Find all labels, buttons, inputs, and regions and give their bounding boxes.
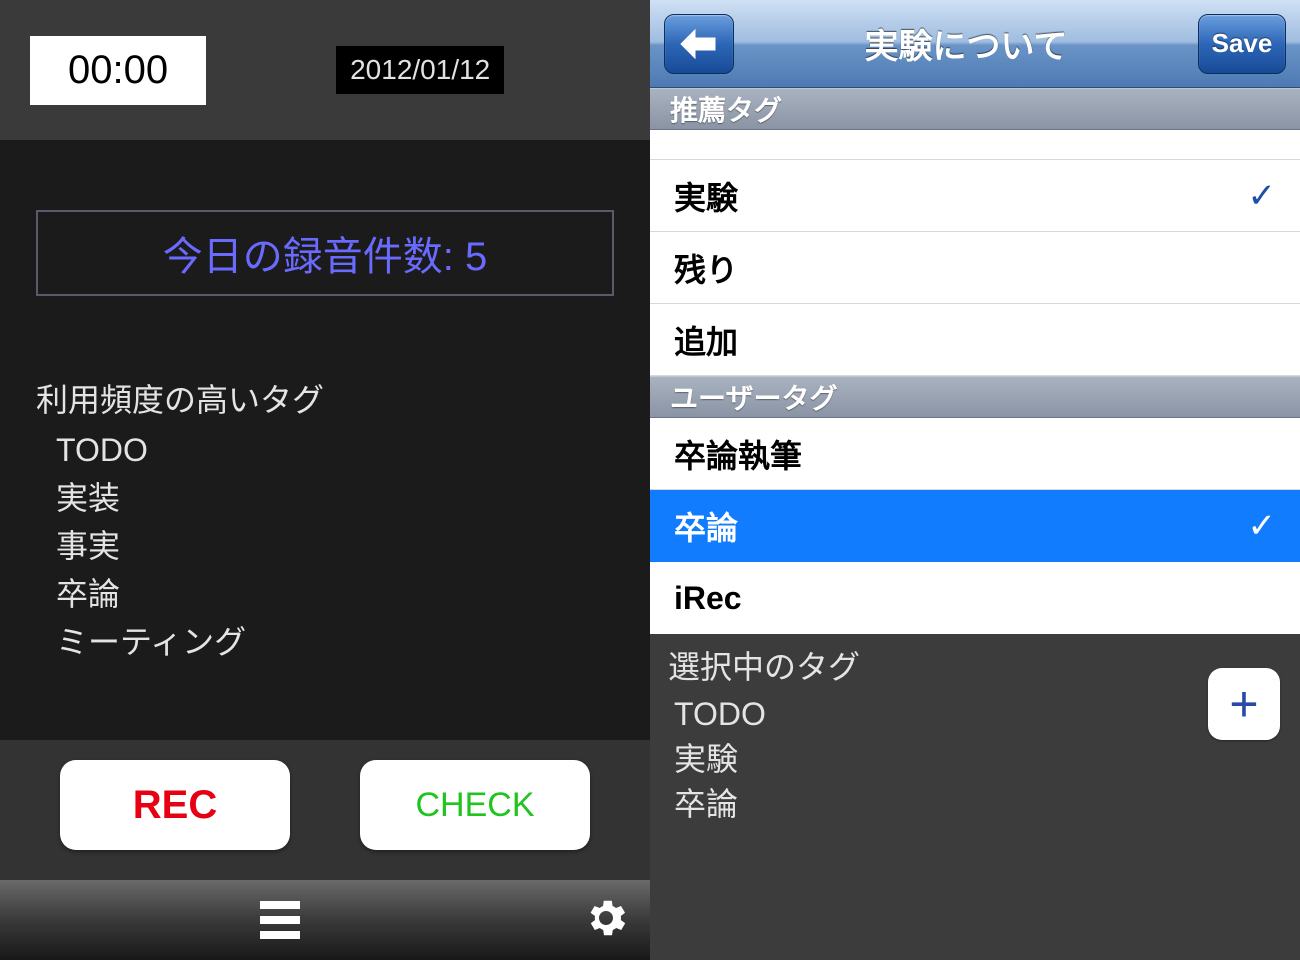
section-header-recommended: 推薦タグ xyxy=(650,88,1300,130)
selected-tags-panel: 選択中のタグ TODO 実験 卒論 + xyxy=(650,634,1300,960)
frequent-tag-item[interactable]: 卒論 xyxy=(36,570,614,618)
tag-row[interactable]: 追加 xyxy=(650,304,1300,376)
frequent-tag-item[interactable]: TODO xyxy=(36,426,614,474)
tag-label: iRec xyxy=(674,580,742,617)
tag-selection-screen: 実験について Save 推薦タグ 実験 ✓ 残り 追加 ユーザータグ 卒論執筆 … xyxy=(650,0,1300,960)
bottom-toolbar xyxy=(0,880,650,960)
menu-icon[interactable] xyxy=(260,901,300,939)
checkmark-icon: ✓ xyxy=(1248,176,1277,216)
timer-display: 00:00 xyxy=(30,36,206,105)
save-button[interactable]: Save xyxy=(1198,14,1286,74)
tag-label: 卒論執筆 xyxy=(674,431,802,477)
rec-button[interactable]: REC xyxy=(60,760,290,850)
frequent-tags-section: 利用頻度の高いタグ TODO 実装 事実 卒論 ミーティング xyxy=(36,376,614,666)
add-tag-button[interactable]: + xyxy=(1208,668,1280,740)
frequent-tags-title: 利用頻度の高いタグ xyxy=(36,376,614,424)
frequent-tag-item[interactable]: 実装 xyxy=(36,474,614,522)
button-row: REC CHECK xyxy=(0,740,650,880)
checkmark-icon: ✓ xyxy=(1248,506,1277,546)
check-button[interactable]: CHECK xyxy=(360,760,590,850)
tag-row[interactable]: 実験 ✓ xyxy=(650,160,1300,232)
tag-label: 残り xyxy=(674,245,738,291)
back-button[interactable] xyxy=(664,14,734,74)
nav-title: 実験について xyxy=(865,19,1068,68)
tag-row[interactable]: iRec xyxy=(650,562,1300,634)
section-header-user: ユーザータグ xyxy=(650,376,1300,418)
tag-row-selected[interactable]: 卒論 ✓ xyxy=(650,490,1300,562)
recorder-screen: 00:00 2012/01/12 今日の録音件数: 5 利用頻度の高いタグ TO… xyxy=(0,0,650,960)
frequent-tag-item[interactable]: ミーティング xyxy=(36,618,614,666)
tag-label: 卒論 xyxy=(674,503,738,549)
date-display: 2012/01/12 xyxy=(336,46,504,94)
recorder-header: 00:00 2012/01/12 xyxy=(0,0,650,140)
nav-bar: 実験について Save xyxy=(650,0,1300,88)
tag-row[interactable]: 卒論執筆 xyxy=(650,418,1300,490)
tag-label: 実験 xyxy=(674,173,738,219)
selected-tag-item[interactable]: 実験 xyxy=(668,737,1282,782)
frequent-tag-item[interactable]: 事実 xyxy=(36,522,614,570)
tag-row-partial[interactable] xyxy=(650,130,1300,160)
gear-icon[interactable] xyxy=(582,894,630,947)
selected-tag-item[interactable]: 卒論 xyxy=(668,782,1282,827)
selected-tags-title: 選択中のタグ xyxy=(668,642,1282,688)
tag-row[interactable]: 残り xyxy=(650,232,1300,304)
tag-label: 追加 xyxy=(674,317,738,363)
recording-count-label: 今日の録音件数: 5 xyxy=(36,210,614,296)
selected-tag-item[interactable]: TODO xyxy=(668,692,1282,737)
